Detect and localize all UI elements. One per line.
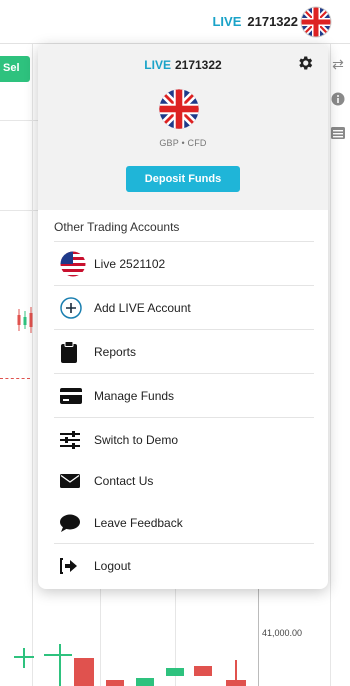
live-label: LIVE xyxy=(144,58,171,72)
chart-gridline xyxy=(0,210,38,211)
clipboard-icon xyxy=(60,340,94,363)
account-number: 2171322 xyxy=(174,58,222,72)
account-currency-type: GBP • CFD xyxy=(159,138,207,148)
menu-item-switch-to-demo[interactable]: Switch to Demo xyxy=(54,417,314,461)
price-line xyxy=(0,378,30,379)
menu-item-label: Switch to Demo xyxy=(94,432,179,447)
chart-gridline xyxy=(0,120,38,121)
chart-axis xyxy=(258,589,259,686)
sliders-icon xyxy=(60,430,94,449)
menu-item-contact-us[interactable]: Contact Us xyxy=(54,459,314,503)
chart-gridline xyxy=(32,44,33,686)
list-panel-icon[interactable] xyxy=(330,126,346,142)
logout-icon xyxy=(60,557,94,574)
menu-item-label: Reports xyxy=(94,344,137,359)
us-flag-icon xyxy=(60,251,94,277)
account-number: 2171322 xyxy=(247,14,298,29)
price-axis-label: 41,000.00 xyxy=(262,628,303,638)
sell-button[interactable]: Sel xyxy=(0,56,30,82)
gear-icon[interactable] xyxy=(296,54,314,72)
credit-card-icon xyxy=(60,387,94,404)
info-icon[interactable] xyxy=(330,92,346,108)
envelope-icon xyxy=(60,474,94,488)
live-label: LIVE xyxy=(212,14,242,29)
menu-item-add-live-account[interactable]: Add LIVE Account xyxy=(54,285,314,329)
swap-arrows-icon[interactable]: ⇄ xyxy=(330,56,346,72)
top-bar: LIVE 2171322 xyxy=(0,0,350,44)
chart-candles xyxy=(17,307,33,333)
uk-flag-icon[interactable] xyxy=(300,6,332,38)
chart-candles-bottom xyxy=(14,644,246,686)
menu-item-label: Logout xyxy=(94,558,131,573)
account-dropdown-panel: LIVE 2171322 GBP • CFD Deposit Funds Othe… xyxy=(38,44,328,589)
section-title: Other Trading Accounts xyxy=(54,220,180,234)
uk-flag-icon xyxy=(159,89,199,129)
menu-item-reports[interactable]: Reports xyxy=(54,329,314,373)
current-account: LIVE 2171322 xyxy=(38,58,328,72)
menu-item-logout[interactable]: Logout xyxy=(54,543,314,587)
chat-bubble-icon xyxy=(60,514,94,532)
account-switcher[interactable]: LIVE 2171322 xyxy=(212,14,298,29)
menu-item-leave-feedback[interactable]: Leave Feedback xyxy=(54,501,314,545)
menu-item-manage-funds[interactable]: Manage Funds xyxy=(54,373,314,417)
deposit-funds-button[interactable]: Deposit Funds xyxy=(126,166,240,192)
account-summary: LIVE 2171322 GBP • CFD Deposit Funds xyxy=(38,44,328,210)
menu-item-live-account[interactable]: Live 2521102 xyxy=(54,241,314,285)
menu-item-label: Contact Us xyxy=(94,474,154,488)
menu-item-label: Manage Funds xyxy=(94,388,175,403)
menu-item-label: Leave Feedback xyxy=(94,516,183,530)
plus-circle-icon xyxy=(60,296,94,319)
menu-item-label: Add LIVE Account xyxy=(94,300,191,315)
menu-item-label: Live 2521102 xyxy=(94,256,166,271)
